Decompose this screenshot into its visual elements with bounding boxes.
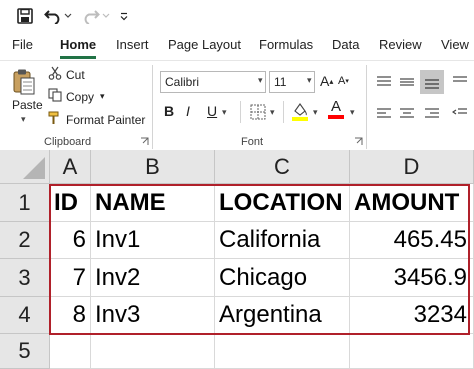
cell-c4[interactable]: Argentina (215, 297, 350, 334)
format-painter-button[interactable]: Format Painter (48, 111, 145, 128)
increase-font-size-button[interactable]: A ▴ (320, 73, 333, 89)
align-middle-icon[interactable] (399, 75, 415, 89)
cell-c2[interactable]: California (215, 222, 350, 259)
redo-dropdown-icon[interactable] (101, 6, 111, 26)
clipboard-group-label: Clipboard (44, 136, 92, 148)
tab-home[interactable]: Home (60, 33, 97, 59)
cell-b3[interactable]: Inv2 (91, 259, 215, 297)
cell-a1[interactable]: ID (50, 184, 91, 222)
cell-d5[interactable] (350, 334, 474, 369)
cell-a5[interactable] (50, 334, 91, 369)
cell-d1[interactable]: AMOUNT (350, 184, 474, 222)
column-header-b[interactable]: B (91, 150, 215, 184)
cell-d3[interactable]: 3456.9 (350, 259, 474, 297)
tab-review[interactable]: Review (379, 33, 422, 57)
column-header-a[interactable]: A (50, 150, 91, 184)
font-family-dropdown-icon[interactable]: ▾ (258, 75, 263, 86)
borders-dropdown-icon[interactable]: ▾ (270, 107, 275, 118)
shrink-font-glyph: A (338, 75, 346, 87)
tab-data[interactable]: Data (332, 33, 359, 57)
cell-b4[interactable]: Inv3 (91, 297, 215, 334)
paste-icon[interactable] (12, 67, 38, 97)
copy-button[interactable]: Copy ▾ (48, 88, 105, 105)
underline-dropdown-icon[interactable]: ▾ (222, 107, 227, 118)
cell-d2[interactable]: 465.45 (350, 222, 474, 259)
font-divider (240, 101, 241, 123)
clipboard-launcher-icon[interactable] (140, 137, 149, 146)
font-family-select[interactable]: Calibri (160, 71, 266, 93)
group-divider (366, 65, 367, 149)
shrink-font-caret-icon: ▾ (345, 78, 349, 85)
fill-color-dropdown-icon[interactable]: ▾ (313, 107, 318, 118)
borders-icon[interactable] (250, 104, 266, 120)
copy-icon (48, 88, 62, 105)
scissors-icon (48, 66, 62, 83)
italic-button[interactable]: I (186, 103, 190, 119)
align-bottom-icon[interactable] (420, 70, 444, 94)
cell-c5[interactable] (215, 334, 350, 369)
tab-insert[interactable]: Insert (116, 33, 149, 57)
row-header-4[interactable]: 4 (0, 297, 50, 334)
column-header-d[interactable]: D (350, 150, 474, 184)
spreadsheet-grid: A B C D 1 2 3 4 5 ID NAME LOCATION AMOUN… (0, 150, 474, 369)
cell-b5[interactable] (91, 334, 215, 369)
grow-font-glyph: A (320, 73, 330, 89)
underline-button[interactable]: U (207, 103, 217, 119)
cell-c1[interactable]: LOCATION (215, 184, 350, 222)
copy-label: Copy (66, 89, 95, 104)
quick-access-toolbar (0, 0, 474, 32)
format-painter-label: Format Painter (66, 112, 146, 127)
paintbrush-icon (48, 111, 62, 128)
cell-b1[interactable]: NAME (91, 184, 215, 222)
bold-button[interactable]: B (164, 103, 174, 119)
font-size-dropdown-icon[interactable]: ▾ (307, 75, 312, 86)
save-icon[interactable] (14, 6, 36, 26)
align-right-icon[interactable] (424, 107, 440, 121)
customize-icon[interactable] (119, 6, 129, 26)
decrease-font-size-button[interactable]: A ▾ (338, 75, 349, 87)
cell-a3[interactable]: 7 (50, 259, 91, 297)
align-top-icon[interactable] (376, 75, 392, 89)
decrease-indent-icon[interactable] (452, 107, 468, 121)
cell-c3[interactable]: Chicago (215, 259, 350, 297)
font-divider (283, 101, 284, 123)
copy-dropdown-icon[interactable]: ▾ (100, 91, 105, 102)
align-left-icon[interactable] (376, 107, 392, 121)
font-color-glyph: A (330, 98, 341, 115)
ribbon: Paste ▾ Cut Copy ▾ Format Painter Clipbo… (0, 60, 474, 150)
font-color-dropdown-icon[interactable]: ▾ (350, 107, 355, 118)
select-all-triangle (23, 157, 45, 179)
cut-button[interactable]: Cut (48, 66, 85, 83)
tab-page-layout[interactable]: Page Layout (168, 33, 241, 57)
tab-file[interactable]: File (12, 33, 33, 57)
row-header-5[interactable]: 5 (0, 334, 50, 369)
cell-a2[interactable]: 6 (50, 222, 91, 259)
font-color-swatch (328, 115, 344, 119)
font-launcher-icon[interactable] (354, 137, 363, 146)
cell-a4[interactable]: 8 (50, 297, 91, 334)
font-color-button[interactable]: A (328, 99, 344, 119)
select-all-corner[interactable] (0, 150, 50, 184)
row-header-2[interactable]: 2 (0, 222, 50, 259)
redo-icon[interactable] (80, 6, 102, 26)
tab-view[interactable]: View (441, 33, 469, 57)
tab-formulas[interactable]: Formulas (259, 33, 313, 57)
paste-dropdown-icon[interactable]: ▾ (21, 114, 26, 125)
cut-label: Cut (66, 67, 85, 82)
group-divider (152, 65, 153, 149)
row-header-1[interactable]: 1 (0, 184, 50, 222)
cell-d4[interactable]: 3234 (350, 297, 474, 334)
column-header-c[interactable]: C (215, 150, 350, 184)
fill-color-icon[interactable] (291, 101, 309, 121)
row-header-3[interactable]: 3 (0, 259, 50, 297)
ribbon-tabs: File Home Insert Page Layout Formulas Da… (0, 33, 474, 59)
font-group-label: Font (241, 136, 264, 148)
undo-icon[interactable] (42, 6, 64, 26)
orientation-icon[interactable] (452, 75, 468, 89)
align-center-icon[interactable] (399, 107, 415, 121)
paste-button[interactable]: Paste (12, 98, 43, 112)
cell-b2[interactable]: Inv1 (91, 222, 215, 259)
undo-dropdown-icon[interactable] (63, 6, 73, 26)
grow-font-caret-icon: ▴ (329, 76, 334, 86)
